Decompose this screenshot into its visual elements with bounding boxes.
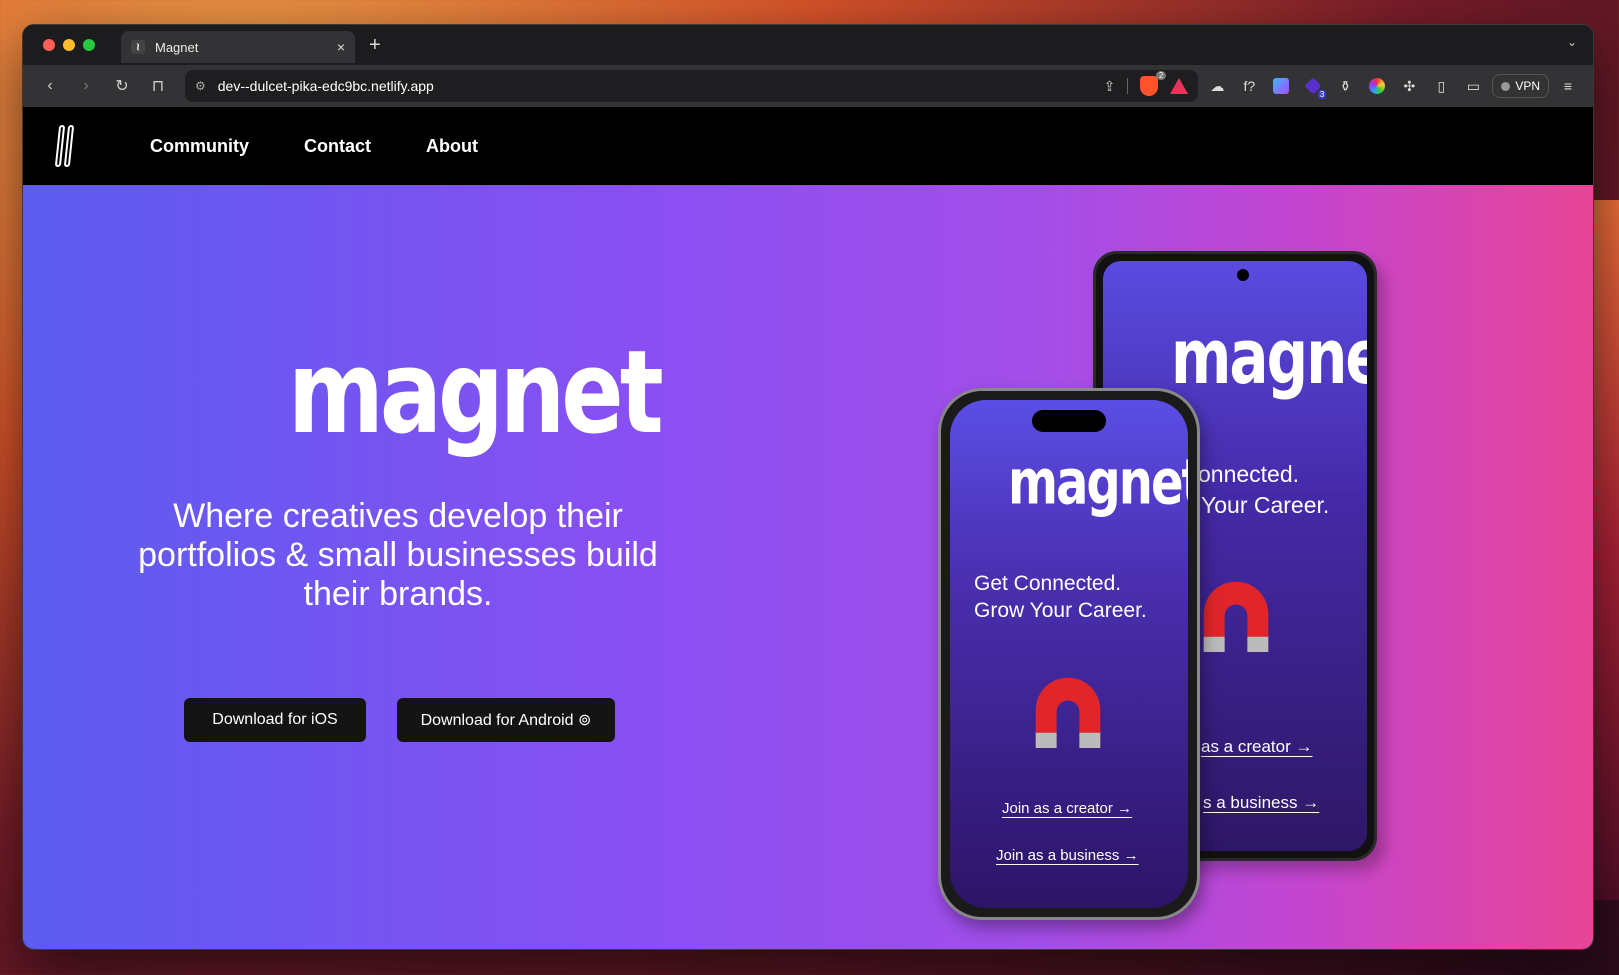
vpn-label: VPN xyxy=(1515,79,1540,93)
magnet-wordmark: magnet xyxy=(288,325,664,460)
vpn-button[interactable]: VPN xyxy=(1492,74,1549,98)
shield-count-badge: 2 xyxy=(1155,71,1167,80)
window-controls xyxy=(43,39,95,51)
site-settings-icon[interactable]: ⚙ xyxy=(195,79,206,93)
brave-rewards-icon[interactable] xyxy=(1170,78,1189,94)
android-join-business-link[interactable]: s a business → xyxy=(1203,793,1319,813)
divider xyxy=(1127,78,1129,94)
iphone-mockup: magnet Get Connected. Grow Your Career. … xyxy=(938,388,1200,920)
address-bar[interactable]: ⚙ dev--dulcet-pika-edc9bc.netlify.app ⇪ … xyxy=(185,70,1199,102)
iphone-wordmark: magnet xyxy=(1008,446,1188,519)
site-nav: Community Contact About xyxy=(150,136,478,157)
tab-bar: ≀ Magnet × + ⌄ xyxy=(23,25,1593,65)
extensions-puzzle-icon[interactable]: ✣ xyxy=(1396,73,1422,99)
android-headline-2: Your Career. xyxy=(1201,492,1330,518)
web-page: Community Contact About magnet Where cre… xyxy=(23,107,1593,949)
android-headline-1: onnected. xyxy=(1198,461,1300,487)
browser-toolbar: ‹ › ↻ ⊓ ⚙ dev--dulcet-pika-edc9bc.netlif… xyxy=(23,65,1593,107)
close-tab-icon[interactable]: × xyxy=(337,39,345,55)
bottle-extension-icon[interactable]: ⚱ xyxy=(1332,73,1358,99)
hero-section: magnet Where creatives develop their por… xyxy=(23,185,1593,949)
vpn-status-icon xyxy=(1501,81,1511,91)
nav-contact[interactable]: Contact xyxy=(304,136,371,157)
tab-title: Magnet xyxy=(155,39,199,55)
share-icon[interactable]: ⇪ xyxy=(1104,78,1116,95)
formula-extension-icon[interactable]: f? xyxy=(1236,73,1262,99)
camera-icon xyxy=(1237,269,1249,281)
colorwheel-extension-icon[interactable] xyxy=(1364,73,1390,99)
forward-button[interactable]: › xyxy=(71,71,101,101)
chevron-down-icon[interactable]: ⌄ xyxy=(1567,35,1577,49)
nav-community[interactable]: Community xyxy=(150,136,249,157)
back-button[interactable]: ‹ xyxy=(35,71,65,101)
site-header: Community Contact About xyxy=(23,107,1593,185)
download-ios-button[interactable]: Download for iOS xyxy=(184,698,366,742)
reload-button[interactable]: ↻ xyxy=(107,71,137,101)
bookmark-icon[interactable]: ⊓ xyxy=(143,71,173,101)
tab-magnet[interactable]: ≀ Magnet × xyxy=(121,31,355,63)
menu-icon[interactable]: ≡ xyxy=(1555,73,1581,99)
brave-shields-icon[interactable]: 2 xyxy=(1140,71,1167,96)
url-text[interactable]: dev--dulcet-pika-edc9bc.netlify.app xyxy=(218,78,1092,94)
sidebar-toggle-icon[interactable]: ▯ xyxy=(1428,73,1454,99)
iphone-join-creator-link[interactable]: Join as a creator → xyxy=(1002,800,1132,817)
nav-about[interactable]: About xyxy=(426,136,478,157)
stack-extension-icon[interactable]: 3 xyxy=(1300,73,1327,99)
magnet-icon xyxy=(1203,581,1269,652)
site-favicon-icon: ≀ xyxy=(131,40,145,54)
iphone-headline-1: Get Connected. xyxy=(974,572,1122,595)
new-tab-button[interactable]: + xyxy=(369,34,381,57)
download-android-button[interactable]: Download for Android ⊚ xyxy=(397,698,615,742)
wallet-icon[interactable]: ▭ xyxy=(1460,73,1486,99)
iphone-screen: magnet Get Connected. Grow Your Career. … xyxy=(950,400,1188,908)
cloud-extension-icon[interactable]: ☁ xyxy=(1204,73,1230,99)
color-extension-icon[interactable] xyxy=(1268,73,1294,99)
android-join-creator-link[interactable]: as a creator → xyxy=(1201,737,1313,757)
magnet-icon xyxy=(1035,677,1101,748)
hero-tagline: Where creatives develop their portfolios… xyxy=(138,497,658,613)
iphone-join-business-link[interactable]: Join as a business → xyxy=(996,847,1139,864)
minimize-window-button[interactable] xyxy=(63,39,75,51)
browser-window: ≀ Magnet × + ⌄ ‹ › ↻ ⊓ ⚙ dev--dulcet-pik… xyxy=(22,24,1594,950)
dynamic-island xyxy=(1032,410,1106,432)
magnet-logo-icon[interactable] xyxy=(54,123,81,169)
extension-badge: 3 xyxy=(1317,90,1327,99)
android-wordmark: magnet xyxy=(1171,312,1367,401)
maximize-window-button[interactable] xyxy=(83,39,95,51)
iphone-headline-2: Grow Your Career. xyxy=(974,599,1147,622)
close-window-button[interactable] xyxy=(43,39,55,51)
